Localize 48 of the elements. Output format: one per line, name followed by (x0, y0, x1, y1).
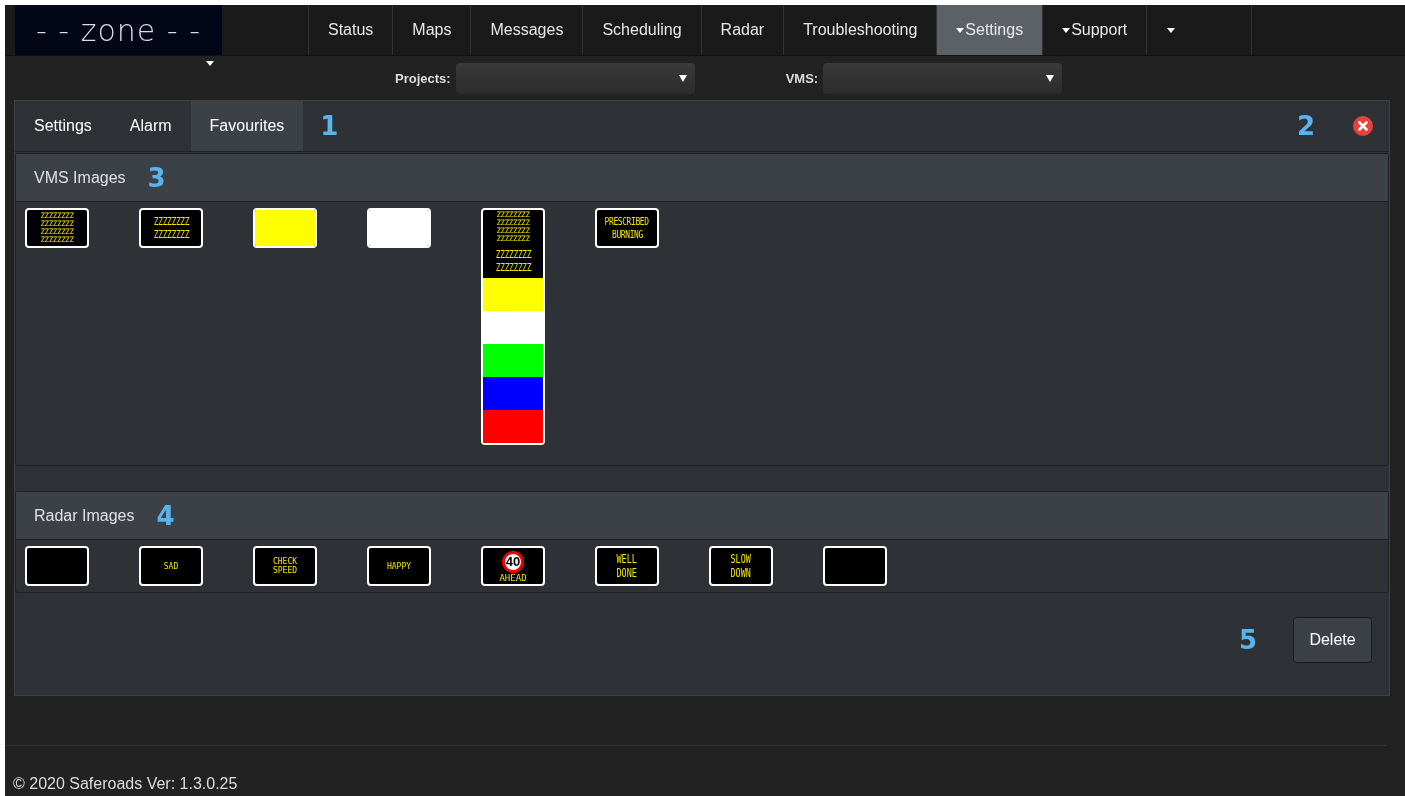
sign-text: AHEAD (499, 572, 527, 583)
footer-text: © 2020 Saferoads Ver: 1.3.0.25 (13, 775, 238, 793)
zone-logo[interactable]: - - zone - - (15, 5, 222, 55)
speed-limit-sign: 40 (502, 550, 524, 573)
delete-button[interactable]: Delete (1293, 617, 1372, 663)
sign-text: BURNING (611, 228, 643, 241)
callout-number: 3 (147, 162, 166, 193)
sign-text: PRESCRIBED (604, 215, 650, 228)
sign-text: ZZZZZZZZ (495, 261, 531, 274)
sign-thumbnail[interactable] (25, 546, 89, 586)
dropdown-select[interactable] (823, 62, 1063, 94)
filter-label: VMS: (785, 70, 819, 86)
sign-thumbnail[interactable] (823, 546, 887, 586)
callout-number: 4 (156, 500, 175, 531)
tab[interactable]: Alarm (110, 101, 191, 151)
sign-text: WELL (616, 552, 638, 566)
sign-text: ZZZZZZZZ (153, 228, 189, 241)
close-icon[interactable] (1353, 116, 1373, 136)
sign-thumbnail[interactable]: WELL DONE (595, 546, 659, 586)
callout-number: 1 (320, 111, 339, 141)
sign-thumbnail[interactable]: HAPPY (367, 546, 431, 586)
caret-icon[interactable] (206, 61, 214, 66)
sign-text: CHECK (272, 557, 298, 566)
sign-thumbnail[interactable]: ZZZZZZZZ ZZZZZZZZ (139, 208, 203, 248)
nav-item[interactable]: Settings (937, 5, 1044, 55)
sign-thumbnail[interactable]: CHECK SPEED (253, 546, 317, 586)
sign-text: SAD (163, 561, 179, 571)
tab[interactable]: Favourites (190, 101, 304, 151)
filter-label: Projects: (395, 70, 451, 86)
tab[interactable]: Settings (15, 101, 111, 151)
sign-text: SLOW (730, 552, 752, 566)
caret-icon (1046, 74, 1055, 82)
caret-icon (678, 74, 687, 82)
callout-number: 2 (1296, 111, 1315, 141)
sign-thumbnail[interactable]: SLOW DOWN (709, 546, 773, 586)
panel-title: VMS Images (34, 168, 126, 187)
sign-text: DOWN (730, 566, 752, 580)
sign-thumbnail[interactable]: 40 AHEAD (481, 546, 545, 586)
panel-title: Radar Images (34, 506, 135, 525)
sign-text: ZZZZZZZZ (495, 248, 531, 261)
dropdown-select[interactable] (455, 62, 695, 94)
sign-thumbnail[interactable]: PRESCRIBED BURNING (595, 208, 659, 248)
sign-text: DONE (616, 566, 638, 580)
callout-number: 5 (1238, 625, 1257, 655)
sign-text: ZZZZZZZZ (153, 215, 189, 228)
sign-thumbnail[interactable]: SAD (139, 546, 203, 586)
sign-text: HAPPY (386, 561, 412, 571)
sign-text: SPEED (272, 566, 298, 575)
